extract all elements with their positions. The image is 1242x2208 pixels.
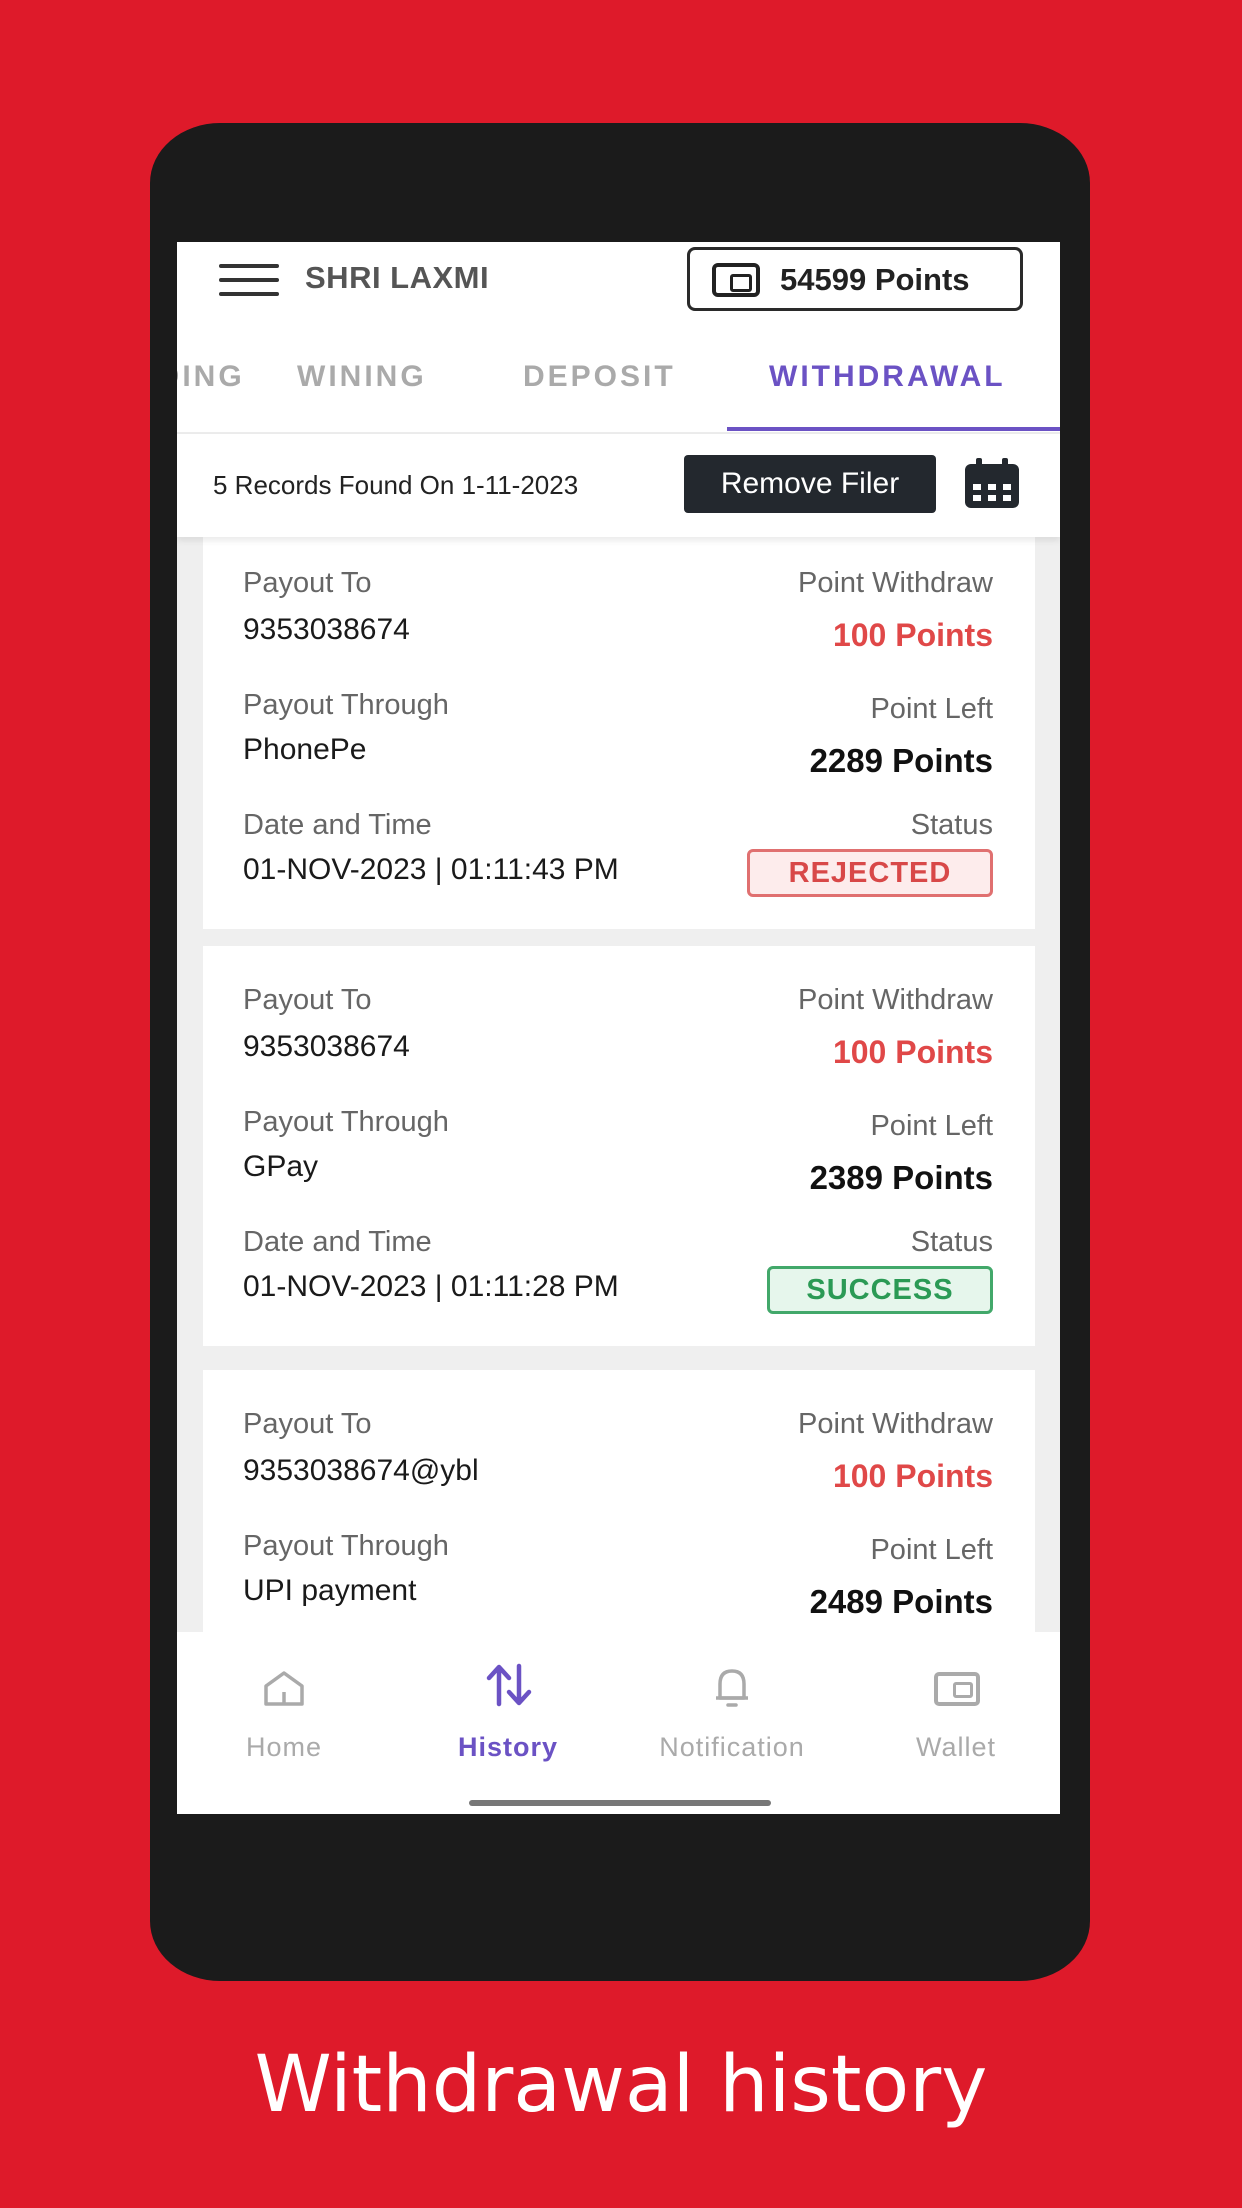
payout-to-label: Payout To: [243, 984, 372, 1016]
hamburger-menu-icon[interactable]: [219, 264, 279, 300]
nav-history[interactable]: History: [408, 1632, 608, 1772]
wallet-icon: [934, 1672, 980, 1706]
tab-wining[interactable]: WINING: [297, 360, 427, 394]
date-time-value: 01-NOV-2023 | 01:11:28 PM: [243, 1270, 619, 1303]
status-label: Status: [910, 809, 993, 841]
bell-icon: [716, 1669, 748, 1707]
date-time-label: Date and Time: [243, 1226, 432, 1258]
point-left-label: Point Left: [870, 1534, 993, 1566]
nav-notification-label: Notification: [659, 1732, 805, 1762]
withdrawal-card: Payout To 9353038674@ybl Payout Through …: [203, 1370, 1035, 1632]
nav-wallet-label: Wallet: [915, 1732, 996, 1762]
payout-to-value: 9353038674@ybl: [243, 1454, 479, 1487]
app-screen: SHRI LAXMI 54599 Points BIDDING WINING D…: [177, 242, 1060, 1814]
remove-filter-button[interactable]: Remove Filer: [684, 455, 936, 513]
top-app-bar: SHRI LAXMI 54599 Points: [177, 242, 1060, 322]
point-left-label: Point Left: [870, 693, 993, 725]
nav-notification[interactable]: Notification: [632, 1632, 832, 1772]
payout-through-value: UPI payment: [243, 1574, 417, 1607]
payout-to-label: Payout To: [243, 1408, 372, 1440]
history-tabs: BIDDING WINING DEPOSIT WITHDRAWAL: [177, 360, 1060, 434]
point-withdraw-label: Point Withdraw: [797, 567, 993, 599]
point-withdraw-label: Point Withdraw: [797, 1408, 993, 1440]
records-found-text: 5 Records Found On 1-11-2023: [213, 470, 579, 500]
payout-through-value: PhonePe: [243, 733, 367, 766]
payout-through-value: GPay: [243, 1150, 319, 1183]
wallet-icon: [712, 263, 760, 297]
payout-through-label: Payout Through: [243, 1106, 449, 1138]
date-time-label: Date and Time: [243, 809, 432, 841]
status-label: Status: [910, 1226, 993, 1258]
payout-through-label: Payout Through: [243, 689, 449, 721]
home-icon: [264, 1671, 304, 1706]
point-withdraw-value: 100 Points: [832, 1458, 993, 1494]
nav-home[interactable]: Home: [184, 1632, 384, 1772]
nav-wallet[interactable]: Wallet: [856, 1632, 1056, 1772]
point-withdraw-value: 100 Points: [832, 1034, 993, 1070]
status-badge-success: SUCCESS: [767, 1266, 993, 1314]
points-balance-chip[interactable]: 54599 Points: [687, 247, 1023, 311]
point-withdraw-label: Point Withdraw: [797, 984, 993, 1016]
tab-deposit[interactable]: DEPOSIT: [523, 360, 676, 394]
payout-to-value: 9353038674: [243, 1030, 410, 1063]
home-indicator[interactable]: [469, 1800, 771, 1806]
date-time-value: 01-NOV-2023 | 01:11:43 PM: [243, 853, 619, 886]
point-left-value: 2289 Points: [809, 742, 993, 779]
payout-through-label: Payout Through: [243, 1530, 449, 1562]
withdrawal-card: Payout To 9353038674 Payout Through Phon…: [203, 537, 1035, 929]
withdrawal-list[interactable]: Payout To 9353038674 Payout Through Phon…: [177, 537, 1060, 1632]
app-title: SHRI LAXMI: [305, 260, 490, 295]
payout-to-label: Payout To: [243, 567, 372, 599]
point-left-value: 2489 Points: [809, 1583, 993, 1620]
points-balance: 54599 Points: [780, 262, 970, 297]
nav-history-label: History: [457, 1732, 559, 1762]
point-withdraw-value: 100 Points: [832, 617, 993, 653]
point-left-label: Point Left: [870, 1110, 993, 1142]
point-left-value: 2389 Points: [809, 1159, 993, 1196]
calendar-icon[interactable]: [965, 458, 1019, 508]
payout-to-value: 9353038674: [243, 613, 410, 646]
promo-caption: Withdrawal history: [254, 2040, 988, 2130]
nav-home-label: Home: [245, 1732, 323, 1762]
filter-bar: 5 Records Found On 1-11-2023 Remove File…: [177, 434, 1060, 537]
status-badge-rejected: REJECTED: [747, 849, 993, 897]
tab-withdrawal[interactable]: WITHDRAWAL: [769, 360, 1006, 394]
history-icon: [486, 1663, 532, 1707]
withdrawal-card: Payout To 9353038674 Payout Through GPay…: [203, 946, 1035, 1346]
tab-bidding[interactable]: BIDDING: [177, 360, 245, 394]
active-tab-indicator: [727, 427, 1060, 431]
bottom-navigation: Home History Notification Wallet: [177, 1632, 1060, 1814]
